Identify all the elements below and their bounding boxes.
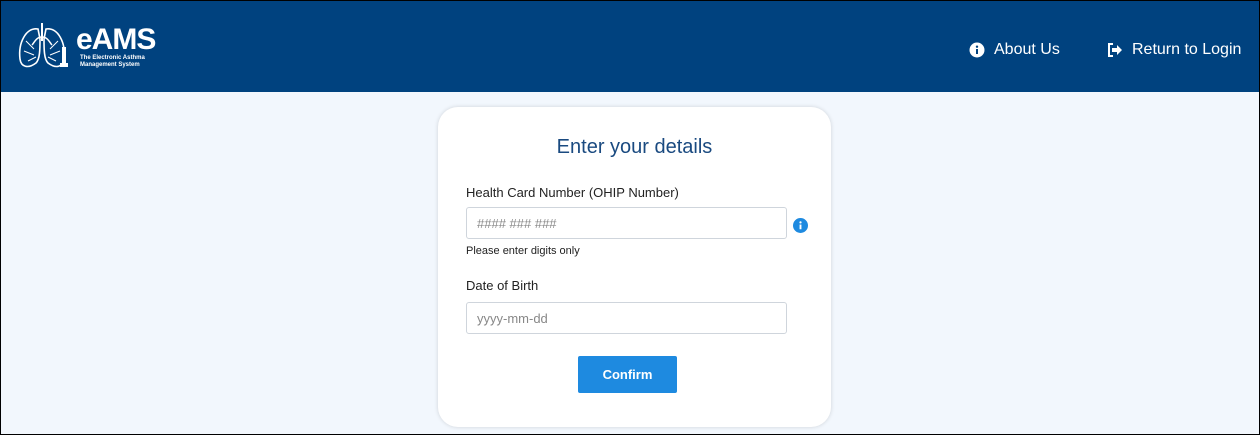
lungs-icon	[18, 23, 68, 68]
health-card-hint: Please enter digits only	[466, 245, 580, 257]
sign-out-icon	[1108, 43, 1122, 57]
info-circle-icon[interactable]	[793, 218, 808, 233]
info-circle-icon	[969, 42, 985, 58]
eams-logo[interactable]: eAMS The Electronic Asthma Management Sy…	[16, 19, 166, 75]
confirm-button[interactable]: Confirm	[578, 356, 677, 393]
logo-subtitle: The Electronic Asthma Management System	[80, 55, 145, 68]
health-card-input[interactable]	[466, 207, 787, 239]
nav-return-to-login[interactable]: Return to Login	[1107, 41, 1241, 59]
details-card: Enter your details Health Card Number (O…	[438, 107, 831, 427]
logo-wordmark: eAMS	[76, 23, 156, 56]
top-navbar: eAMS The Electronic Asthma Management Sy…	[1, 1, 1259, 92]
nav-return-label: Return to Login	[1132, 41, 1242, 58]
nav-about-us[interactable]: About Us	[969, 41, 1060, 59]
health-card-label: Health Card Number (OHIP Number)	[466, 185, 679, 200]
dob-input[interactable]	[466, 302, 787, 334]
nav-about-label: About Us	[994, 41, 1060, 58]
card-title: Enter your details	[556, 136, 713, 158]
dob-label: Date of Birth	[466, 278, 539, 293]
page-frame: eAMS The Electronic Asthma Management Sy…	[0, 0, 1260, 435]
